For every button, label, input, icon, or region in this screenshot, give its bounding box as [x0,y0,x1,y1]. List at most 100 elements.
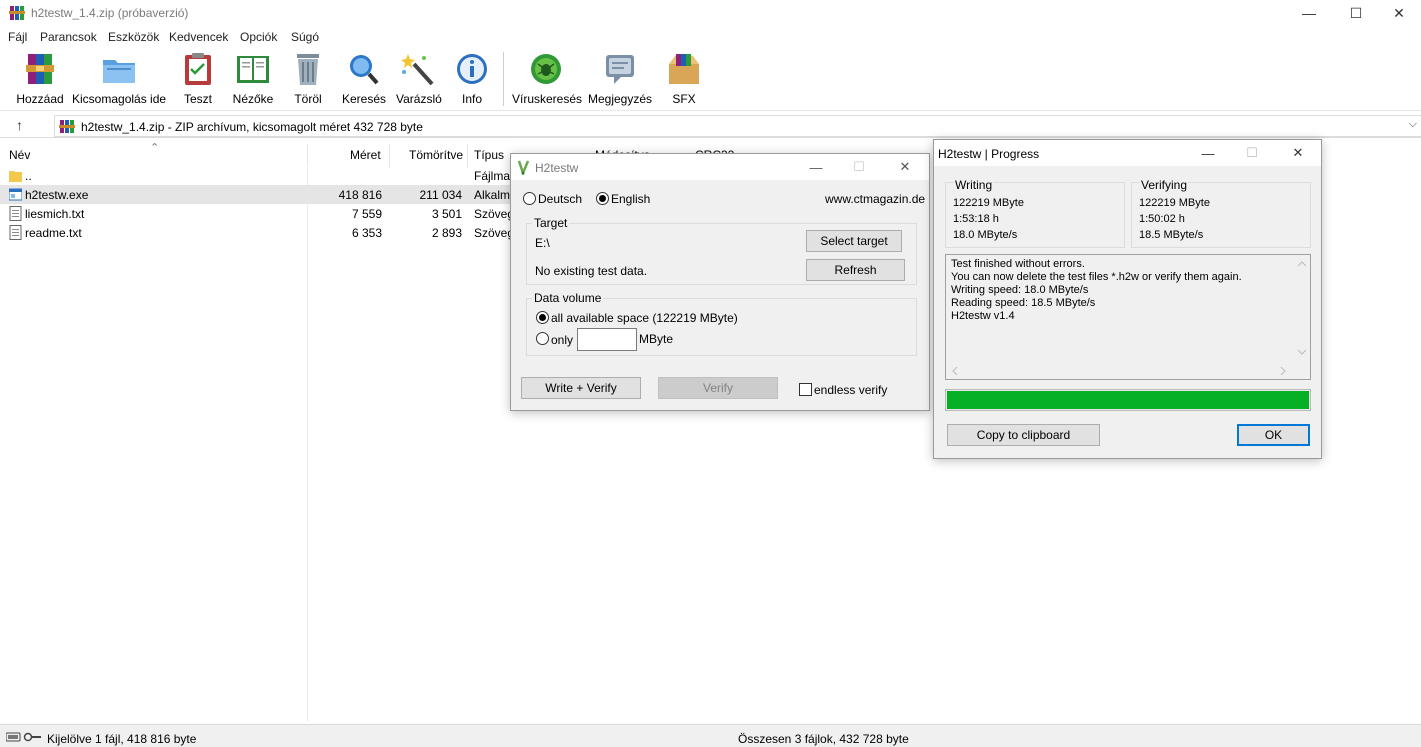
toolbar: Hozzáad Kicsomagolás ide Teszt Nézőke Tö… [0,48,1421,111]
vertical-scrollbar[interactable] [1294,255,1310,363]
comment-icon [606,55,634,84]
endless-verify-checkbox[interactable] [799,383,812,396]
close-icon: ✕ [899,159,911,174]
lang-deutsch-label[interactable]: Deutsch [538,192,582,206]
status-selected: Kijelölve 1 fájl, 418 816 byte [47,732,197,746]
write-verify-button[interactable]: Write + Verify [521,377,641,399]
grid-line [307,164,308,722]
log-line: Reading speed: 18.5 MByte/s [951,297,1096,309]
chevron-down-icon[interactable]: ⌵ [1409,118,1417,131]
menu-commands[interactable]: Parancsok [40,30,97,44]
toolbar-info-button[interactable]: Info [454,52,490,108]
view-book-icon [237,56,269,83]
file-packed: 3 501 [431,207,462,221]
col-packed[interactable]: Tömörítve [409,148,463,162]
copy-to-clipboard-button[interactable]: Copy to clipboard [947,424,1100,446]
table-row[interactable]: liesmich.txt 7 559 3 501 Szöveges dokume… [0,204,510,223]
address-bar: ↑ h2testw_1.4.zip - ZIP archívum, kicsom… [0,114,1421,138]
toolbar-extract-button[interactable]: Kicsomagolás ide [72,52,166,108]
progress-bar [945,389,1311,411]
exe-file-icon [9,188,22,201]
lang-english-radio[interactable] [596,192,609,205]
drive-key-icon[interactable] [6,732,42,742]
menu-options[interactable]: Opciók [240,30,277,44]
toolbar-add-button[interactable]: Hozzáad [16,52,64,108]
col-size[interactable]: Méret [350,148,381,162]
file-name: liesmich.txt [25,207,85,221]
refresh-button[interactable]: Refresh [806,259,905,281]
all-space-radio[interactable] [536,311,549,324]
table-row[interactable]: h2testw.exe 418 816 211 034 Alkalmazás [0,185,510,204]
extract-folder-icon [103,60,135,83]
toolbar-virusscan-label: Víruskeresés [512,92,583,106]
file-size: 418 816 [338,188,382,202]
scroll-left-icon[interactable] [952,367,958,375]
scroll-right-icon[interactable] [1280,367,1286,375]
toolbar-search-button[interactable]: Keresés [342,52,386,108]
h2testw-minimize-button[interactable]: — [801,156,831,178]
zip-archive-icon [59,120,75,133]
result-log[interactable]: Test finished without errors. You can no… [945,254,1311,380]
test-clipboard-icon [185,53,211,85]
address-field[interactable]: h2testw_1.4.zip - ZIP archívum, kicsomag… [54,115,1421,137]
progress-dialog: H2testw | Progress — ☐ ✕ Writing 122219 … [933,139,1322,459]
horizontal-scrollbar[interactable] [946,363,1294,379]
only-label[interactable]: only [551,333,573,347]
col-type[interactable]: Típus [474,148,504,162]
file-packed: 2 893 [431,226,462,240]
only-mbyte-input[interactable] [577,328,637,351]
lang-english-label[interactable]: English [611,192,650,206]
menu-help[interactable]: Súgó [291,30,319,44]
only-radio[interactable] [536,332,549,345]
progress-bar-fill [947,391,1309,409]
col-name[interactable]: Név [9,148,30,162]
toolbar-comment-button[interactable]: Megjegyzés [588,52,652,108]
ok-button[interactable]: OK [1237,424,1310,446]
minimize-button[interactable]: — [1286,0,1332,26]
toolbar-delete-button[interactable]: Töröl [290,52,326,108]
website-link[interactable]: www.ctmagazin.de [825,192,925,206]
progress-title-bar: H2testw | Progress — ☐ ✕ [934,140,1321,166]
file-name: readme.txt [25,226,82,240]
column-divider[interactable] [467,144,468,168]
h2testw-title: H2testw [535,161,579,175]
toolbar-sfx-button[interactable]: SFX [664,52,704,108]
file-type: Alkalmazás [474,188,510,202]
h2testw-close-button[interactable]: ✕ [890,156,920,178]
endless-verify-label[interactable]: endless verify [814,383,887,397]
toolbar-test-button[interactable]: Teszt [180,52,216,108]
winrar-app-icon [9,6,25,20]
folder-icon [9,171,22,182]
toolbar-virusscan-button[interactable]: Víruskeresés [512,52,583,108]
toolbar-wizard-button[interactable]: Varázsló [396,52,442,108]
address-path: h2testw_1.4.zip - ZIP archívum, kicsomag… [81,120,423,134]
table-row[interactable]: .. Fájlmappa [0,166,510,185]
column-divider[interactable] [389,144,390,168]
file-size: 7 559 [351,207,382,221]
table-row[interactable]: readme.txt 6 353 2 893 Szöveges dokument… [0,223,510,242]
scroll-up-icon[interactable] [1298,261,1306,267]
text-file-icon [9,225,22,240]
menu-file[interactable]: Fájl [8,30,27,44]
scroll-down-icon[interactable] [1298,349,1306,355]
close-button[interactable]: ✕ [1376,0,1421,26]
progress-maximize-button: ☐ [1237,142,1267,164]
file-packed: 211 034 [419,188,463,202]
virus-scan-icon [531,54,561,84]
all-space-label[interactable]: all available space (122219 MByte) [551,311,738,325]
toolbar-view-button[interactable]: Nézőke [230,52,276,108]
h2testw-app-icon [517,160,530,175]
toolbar-view-label: Nézőke [232,92,274,106]
menu-tools[interactable]: Eszközök [108,30,159,44]
h2testw-dialog: H2testw — ☐ ✕ Deutsch English www.ctmaga… [510,153,930,411]
select-target-button[interactable]: Select target [806,230,902,252]
progress-close-button[interactable]: ✕ [1283,142,1313,164]
verify-button: Verify [658,377,778,399]
minimize-icon: — [1201,145,1215,161]
maximize-button[interactable]: ☐ [1333,0,1379,26]
lang-deutsch-radio[interactable] [523,192,536,205]
menu-favorites[interactable]: Kedvencek [169,30,228,44]
toolbar-info-label: Info [461,92,482,106]
progress-minimize-button[interactable]: — [1193,142,1223,164]
up-arrow-icon[interactable]: ↑ [16,117,23,133]
